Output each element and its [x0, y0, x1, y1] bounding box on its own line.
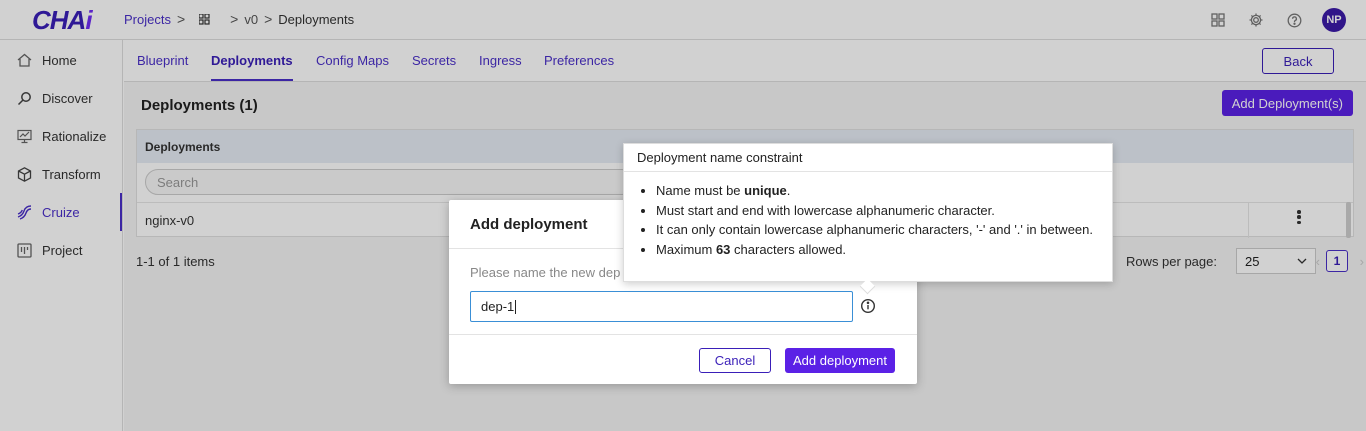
deployment-name-label: Please name the new dep: [470, 265, 621, 280]
constraint-allowed-chars: It can only contain lowercase alphanumer…: [656, 220, 1112, 240]
info-icon[interactable]: [860, 298, 876, 314]
dialog-footer: Cancel Add deployment: [449, 334, 917, 384]
text-caret: [515, 299, 517, 314]
constraint-start-end: Must start and end with lowercase alphan…: [656, 201, 1112, 221]
deployment-name-input[interactable]: dep-1: [470, 291, 853, 322]
constraint-unique: Name must be unique.: [656, 181, 1112, 201]
constraint-list: Name must be unique. Must start and end …: [624, 172, 1112, 259]
cancel-button[interactable]: Cancel: [699, 348, 771, 373]
add-deployment-button[interactable]: Add deployment: [785, 348, 895, 373]
deployment-name-value: dep-1: [481, 299, 515, 314]
constraint-max-length: Maximum 63 characters allowed.: [656, 240, 1112, 260]
name-constraint-tooltip: Deployment name constraint Name must be …: [623, 143, 1113, 282]
tooltip-title: Deployment name constraint: [624, 144, 1112, 172]
